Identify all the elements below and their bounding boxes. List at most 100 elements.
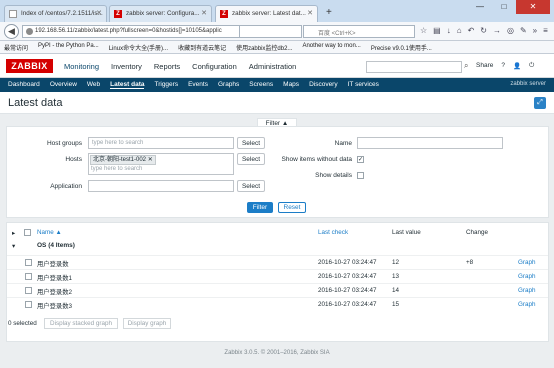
- change-value: +8: [466, 259, 474, 266]
- bookmark-item[interactable]: Linux命令大全(手册)...: [109, 43, 168, 52]
- forward-icon[interactable]: →: [493, 26, 501, 35]
- row-checkbox[interactable]: [25, 273, 32, 280]
- remove-tag-icon[interactable]: ✕: [148, 157, 153, 163]
- row-checkbox[interactable]: [25, 259, 32, 266]
- submenu-maps[interactable]: Maps: [283, 81, 299, 89]
- zabbix-logo[interactable]: ZABBIX: [6, 59, 53, 73]
- undo-icon[interactable]: ↶: [468, 26, 475, 35]
- submenu-graphs[interactable]: Graphs: [218, 81, 239, 89]
- show-details-checkbox[interactable]: [357, 172, 364, 179]
- menu-administration[interactable]: Administration: [249, 62, 297, 71]
- more-icon[interactable]: »: [533, 26, 537, 35]
- maximize-icon[interactable]: □: [492, 0, 516, 14]
- bookmark-item[interactable]: 使用zabbix监控db2...: [236, 43, 292, 52]
- browser-tab-1[interactable]: Index of /centos/7.2.1511/is... ✕: [4, 5, 107, 22]
- extension-icon[interactable]: ◎: [507, 26, 514, 35]
- menu-configuration[interactable]: Configuration: [192, 62, 237, 71]
- close-tab-icon[interactable]: ✕: [307, 9, 313, 17]
- row-checkbox[interactable]: [25, 287, 32, 294]
- menu-icon[interactable]: ≡: [543, 26, 548, 35]
- page-title: Latest data: [8, 97, 63, 109]
- page-header: Latest data ⤢: [0, 92, 554, 114]
- submenu-dashboard[interactable]: Dashboard: [8, 81, 40, 89]
- new-tab-button[interactable]: +: [326, 7, 332, 18]
- search-icon[interactable]: ⌕: [464, 61, 468, 71]
- host-groups-select-button[interactable]: Select: [237, 137, 265, 149]
- star-icon[interactable]: ☆: [420, 26, 427, 35]
- user-icon[interactable]: 👤: [513, 62, 521, 70]
- bookmark-item[interactable]: Another way to mon...: [302, 43, 360, 51]
- display-stacked-graph-button[interactable]: Display stacked graph: [44, 318, 118, 329]
- logout-icon[interactable]: ⏻: [529, 62, 534, 70]
- name-input[interactable]: [357, 137, 503, 149]
- row-checkbox[interactable]: [25, 301, 32, 308]
- show-without-data-label: Show items without data: [281, 156, 352, 163]
- bookmark-item[interactable]: 最常访问: [4, 43, 28, 52]
- submenu-overview[interactable]: Overview: [50, 81, 77, 89]
- close-window-icon[interactable]: ✕: [516, 0, 550, 14]
- submenu-screens[interactable]: Screens: [249, 81, 273, 89]
- bookmark-item[interactable]: Precise v9.0.1使用手...: [371, 43, 432, 52]
- filter-button[interactable]: Filter: [247, 202, 273, 213]
- reset-button[interactable]: Reset: [278, 202, 306, 213]
- search-input[interactable]: 百度 <Ctrl+K>: [303, 25, 415, 38]
- server-name: zabbix server: [510, 81, 546, 87]
- menu-monitoring[interactable]: Monitoring: [64, 62, 99, 71]
- main-menu: Monitoring Inventory Reports Configurati…: [64, 62, 296, 71]
- host-groups-label: Host groups: [46, 140, 82, 147]
- column-name[interactable]: Name ▲: [37, 229, 62, 236]
- browser-tab-2[interactable]: Z zabbix server: Configura... ✕: [109, 5, 212, 22]
- collapse-all-icon[interactable]: ▸: [12, 229, 15, 237]
- submenu-events[interactable]: Events: [188, 81, 208, 89]
- page-icon: [9, 10, 17, 18]
- hosts-select-button[interactable]: Select: [237, 153, 265, 165]
- display-graph-button[interactable]: Display graph: [123, 318, 171, 329]
- browser-tab-3[interactable]: Z zabbix server: Latest dat... ✕: [215, 5, 318, 22]
- graph-link[interactable]: Graph: [518, 273, 536, 280]
- url-text: 192.168.56.11/zabbix/latest.php?fullscre…: [35, 28, 222, 34]
- table-row: 用户登录数1 2016-10-27 03:24:47 13 Graph: [7, 269, 548, 283]
- application-select-button[interactable]: Select: [237, 180, 265, 192]
- url-bar[interactable]: 192.168.56.11/zabbix/latest.php?fullscre…: [22, 25, 240, 38]
- share-link[interactable]: Share: [476, 62, 493, 70]
- close-tab-icon[interactable]: ✕: [201, 9, 207, 17]
- browser-titlebar: Index of /centos/7.2.1511/is... ✕ Z zabb…: [0, 0, 554, 22]
- download-icon[interactable]: ↓: [447, 26, 451, 35]
- minimize-icon[interactable]: —: [468, 0, 492, 14]
- bookmark-item[interactable]: PyPI - the Python Pa...: [38, 43, 99, 51]
- reading-list-icon[interactable]: ▤: [433, 26, 441, 35]
- zabbix-search-input[interactable]: [366, 61, 462, 73]
- bookmark-item[interactable]: 收藏到有道云笔记: [178, 43, 226, 52]
- application-input[interactable]: [88, 180, 234, 192]
- home-icon[interactable]: ⌂: [457, 26, 462, 35]
- host-tag[interactable]: 北京-朝阳-test1-002 ✕: [90, 155, 156, 165]
- table-row: 用户登录数 2016-10-27 03:24:47 12 +8 Graph: [7, 255, 548, 269]
- refresh-icon[interactable]: ↻: [480, 26, 487, 35]
- expand-icon[interactable]: ▾: [12, 242, 15, 250]
- info-icon[interactable]: [26, 28, 33, 35]
- menu-inventory[interactable]: Inventory: [111, 62, 142, 71]
- toolbar-icons: ☆ ▤ ↓ ⌂ ↶ ↻ → ◎ ✎ » ≡: [420, 26, 548, 35]
- table-row: 用户登录数3 2016-10-27 03:24:47 15 Graph: [7, 297, 548, 311]
- show-without-data-checkbox[interactable]: ✓: [357, 156, 364, 163]
- submenu-web[interactable]: Web: [87, 81, 100, 89]
- menu-reports[interactable]: Reports: [154, 62, 180, 71]
- column-last-check[interactable]: Last check: [318, 229, 348, 236]
- submenu-triggers[interactable]: Triggers: [154, 81, 178, 89]
- graph-link[interactable]: Graph: [518, 259, 536, 266]
- help-icon[interactable]: ?: [501, 62, 505, 70]
- select-all-checkbox[interactable]: [24, 229, 31, 236]
- submenu-it-services[interactable]: IT services: [348, 81, 379, 89]
- close-tab-icon[interactable]: ✕: [96, 9, 102, 17]
- fullscreen-icon[interactable]: ⤢: [534, 97, 546, 109]
- submenu-discovery[interactable]: Discovery: [309, 81, 338, 89]
- graph-link[interactable]: Graph: [518, 301, 536, 308]
- graph-link[interactable]: Graph: [518, 287, 536, 294]
- last-value: 12: [392, 259, 400, 266]
- last-check: 2016-10-27 03:24:47: [318, 301, 377, 308]
- application-group-row[interactable]: ▾ OS (4 Items): [7, 240, 548, 254]
- back-arrow-icon[interactable]: ◀: [4, 24, 19, 39]
- submenu-latest-data[interactable]: Latest data: [110, 81, 145, 89]
- host-groups-input[interactable]: type here to search: [88, 137, 234, 149]
- tools-icon[interactable]: ✎: [520, 26, 527, 35]
